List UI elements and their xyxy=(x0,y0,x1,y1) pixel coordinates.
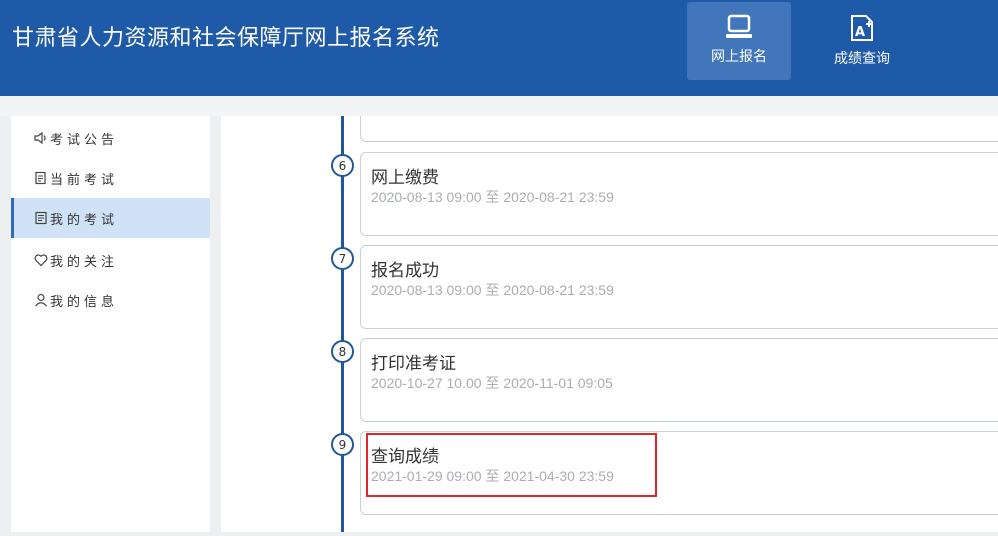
sidebar: 考试公告 当前考试 我的考试 我的关注 我的信息 xyxy=(11,116,210,532)
step-title: 报名成功 xyxy=(371,261,439,281)
nav-online-registration[interactable]: 网上报名 xyxy=(687,2,791,80)
user-icon xyxy=(35,293,47,307)
score-document-icon: A xyxy=(851,15,873,41)
header-spacer xyxy=(0,96,998,116)
timeline-step-card[interactable]: 打印准考证 2020-10-27 10.00 至 2020-11-01 09:0… xyxy=(360,338,998,422)
step-number: 6 xyxy=(331,154,354,177)
step-date-range: 2020-08-13 09:00 至 2020-08-21 23:59 xyxy=(371,282,614,298)
nav-online-registration-label: 网上报名 xyxy=(711,49,767,65)
step-date-range: 2020-10-27 10.00 至 2020-11-01 09:05 xyxy=(371,375,613,391)
app-title: 甘肃省人力资源和社会保障厅网上报名系统 xyxy=(12,26,440,51)
step-title: 网上缴费 xyxy=(371,168,439,188)
laptop-icon xyxy=(726,14,752,38)
step-number: 9 xyxy=(331,433,354,456)
speaker-icon xyxy=(34,131,46,145)
step-title: 打印准考证 xyxy=(371,354,456,374)
sidebar-item-label: 考试公告 xyxy=(50,132,119,148)
sidebar-item-label: 我的考试 xyxy=(50,212,119,228)
exam-progress-panel: 6 网上缴费 2020-08-13 09:00 至 2020-08-21 23:… xyxy=(221,116,998,532)
timeline-step-card[interactable]: 网上缴费 2020-08-13 09:00 至 2020-08-21 23:59 xyxy=(360,152,998,236)
timeline-line xyxy=(341,116,344,532)
nav-score-query-label: 成绩查询 xyxy=(834,51,890,67)
timeline-step-card-previous[interactable] xyxy=(360,116,998,142)
sidebar-item-my-follows[interactable]: 我的关注 xyxy=(11,240,210,280)
edit-document-icon xyxy=(35,171,46,185)
step-date-range: 2020-08-13 09:00 至 2020-08-21 23:59 xyxy=(371,189,614,205)
highlight-box xyxy=(366,433,657,497)
sidebar-item-label: 我的关注 xyxy=(50,254,119,270)
timeline-step-card[interactable]: 报名成功 2020-08-13 09:00 至 2020-08-21 23:59 xyxy=(360,245,998,329)
heart-icon xyxy=(34,254,48,267)
svg-text:A: A xyxy=(855,25,865,40)
app-header: 甘肃省人力资源和社会保障厅网上报名系统 网上报名 A 成绩查询 xyxy=(0,0,998,96)
sidebar-item-label: 我的信息 xyxy=(50,294,119,310)
step-number: 8 xyxy=(331,340,354,363)
sidebar-item-label: 当前考试 xyxy=(50,172,119,188)
nav-score-query[interactable]: A 成绩查询 xyxy=(812,2,912,80)
sidebar-item-my-exams[interactable]: 我的考试 xyxy=(11,198,210,238)
sidebar-item-current-exams[interactable]: 当前考试 xyxy=(11,158,210,198)
step-number: 7 xyxy=(331,247,354,270)
exam-document-icon xyxy=(35,211,47,225)
sidebar-item-announcements[interactable]: 考试公告 xyxy=(11,118,210,158)
sidebar-item-my-info[interactable]: 我的信息 xyxy=(11,280,210,320)
